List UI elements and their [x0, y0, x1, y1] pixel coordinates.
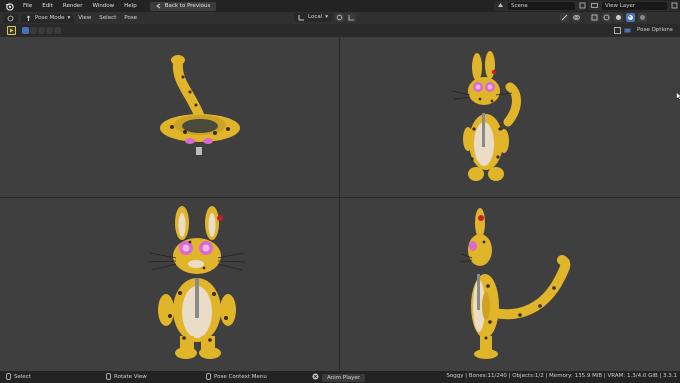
scene-selector[interactable]: Scene	[494, 1, 586, 11]
scene-statistics: Soggy | Bones:11/240 | Objects:1/2 | Mem…	[446, 373, 677, 379]
solid-shading-icon[interactable]	[614, 13, 623, 22]
new-view-layer-icon[interactable]	[671, 2, 678, 11]
snap-icon[interactable]	[347, 13, 357, 22]
pivot-point-icon[interactable]	[335, 13, 345, 22]
viewport-side-view[interactable]	[340, 37, 680, 197]
tool-settings-row	[0, 24, 680, 37]
status-rotate-hint: Rotate View	[106, 373, 147, 380]
orientation-label: Local	[308, 14, 323, 20]
menu-help[interactable]: Help	[119, 0, 142, 12]
xray-icon[interactable]	[590, 13, 599, 22]
wireframe-shading-icon[interactable]	[602, 13, 611, 22]
transform-tools: Local ▾	[294, 13, 357, 22]
context-hint-label: Pose Context Menu	[214, 373, 267, 380]
transform-orientation-dropdown[interactable]: Local ▾	[294, 13, 333, 22]
material-preview-icon[interactable]	[626, 13, 635, 22]
menu-pose[interactable]: Pose	[120, 12, 141, 24]
menu-select[interactable]: Select	[95, 12, 120, 24]
editor-type-dropdown[interactable]	[3, 13, 18, 23]
back-to-previous-label: Back to Previous	[164, 2, 211, 9]
viewport-front-view[interactable]	[0, 198, 339, 371]
back-arrow-icon	[155, 3, 160, 9]
status-select-hint: Select	[6, 373, 31, 380]
mode-dropdown[interactable]: Pose Mode ▾	[21, 13, 75, 23]
status-context-hint: Pose Context Menu	[206, 373, 267, 380]
overlays-icon[interactable]	[572, 13, 581, 22]
blender-logo-icon[interactable]	[4, 1, 14, 11]
camera-icon[interactable]	[624, 27, 631, 36]
mouse-right-icon	[206, 373, 211, 380]
select-extend-icon[interactable]	[30, 27, 37, 34]
select-intersect-icon[interactable]	[54, 27, 61, 34]
new-scene-icon[interactable]	[579, 2, 586, 11]
viewport-horizontal-divider[interactable]	[0, 197, 680, 198]
viewport-vertical-divider[interactable]	[339, 37, 340, 371]
rotate-hint-label: Rotate View	[114, 373, 147, 380]
play-icon[interactable]	[7, 26, 16, 35]
select-hint-label: Select	[14, 373, 31, 380]
viewport-right-view[interactable]	[340, 198, 680, 371]
select-difference-icon[interactable]	[46, 27, 53, 34]
menu-file[interactable]: File	[18, 0, 37, 12]
view-layer-icon	[591, 2, 598, 11]
select-new-icon[interactable]	[22, 27, 29, 34]
viewport-shading-tools	[560, 13, 647, 22]
select-subtract-icon[interactable]	[38, 27, 45, 34]
status-bar: Select Rotate View Pose Context Menu Ani…	[0, 371, 680, 383]
mouse-left-icon	[6, 373, 11, 380]
orientation-icon	[298, 15, 304, 21]
viewport-top-view[interactable]	[0, 37, 339, 197]
editor-type-icon	[7, 15, 14, 21]
menu-view[interactable]: View	[74, 12, 95, 24]
rendered-shading-icon[interactable]	[638, 13, 647, 22]
chevron-down-icon: ▾	[325, 14, 329, 20]
character-front-view	[147, 206, 247, 359]
scene-name-field[interactable]: Scene	[508, 2, 575, 10]
gizmo-icon[interactable]	[560, 13, 569, 22]
character-top-view	[160, 55, 240, 155]
scene-icon	[497, 2, 504, 11]
close-icon[interactable]	[312, 373, 319, 382]
mode-label: Pose Mode	[35, 14, 65, 21]
chevron-down-icon: ▾	[67, 14, 71, 21]
anim-player-label: Anim Player	[322, 373, 365, 382]
selection-mode-icons	[22, 27, 61, 34]
sidebar-toggle-icon[interactable]	[614, 27, 621, 36]
view-layer-selector[interactable]: View Layer	[588, 1, 678, 11]
character-right-side-view	[459, 208, 571, 359]
status-anim-player[interactable]: Anim Player	[312, 373, 365, 382]
menu-window[interactable]: Window	[87, 0, 119, 12]
view-layer-name-field[interactable]: View Layer	[602, 2, 667, 10]
mouse-middle-icon	[106, 373, 111, 380]
pose-mode-icon	[27, 15, 30, 21]
menu-edit[interactable]: Edit	[37, 0, 58, 12]
back-to-previous-button[interactable]: Back to Previous	[149, 1, 217, 11]
pose-options-dropdown[interactable]: Pose Options	[634, 26, 676, 35]
menu-render[interactable]: Render	[58, 0, 88, 12]
character-three-quarter-view	[451, 51, 521, 181]
